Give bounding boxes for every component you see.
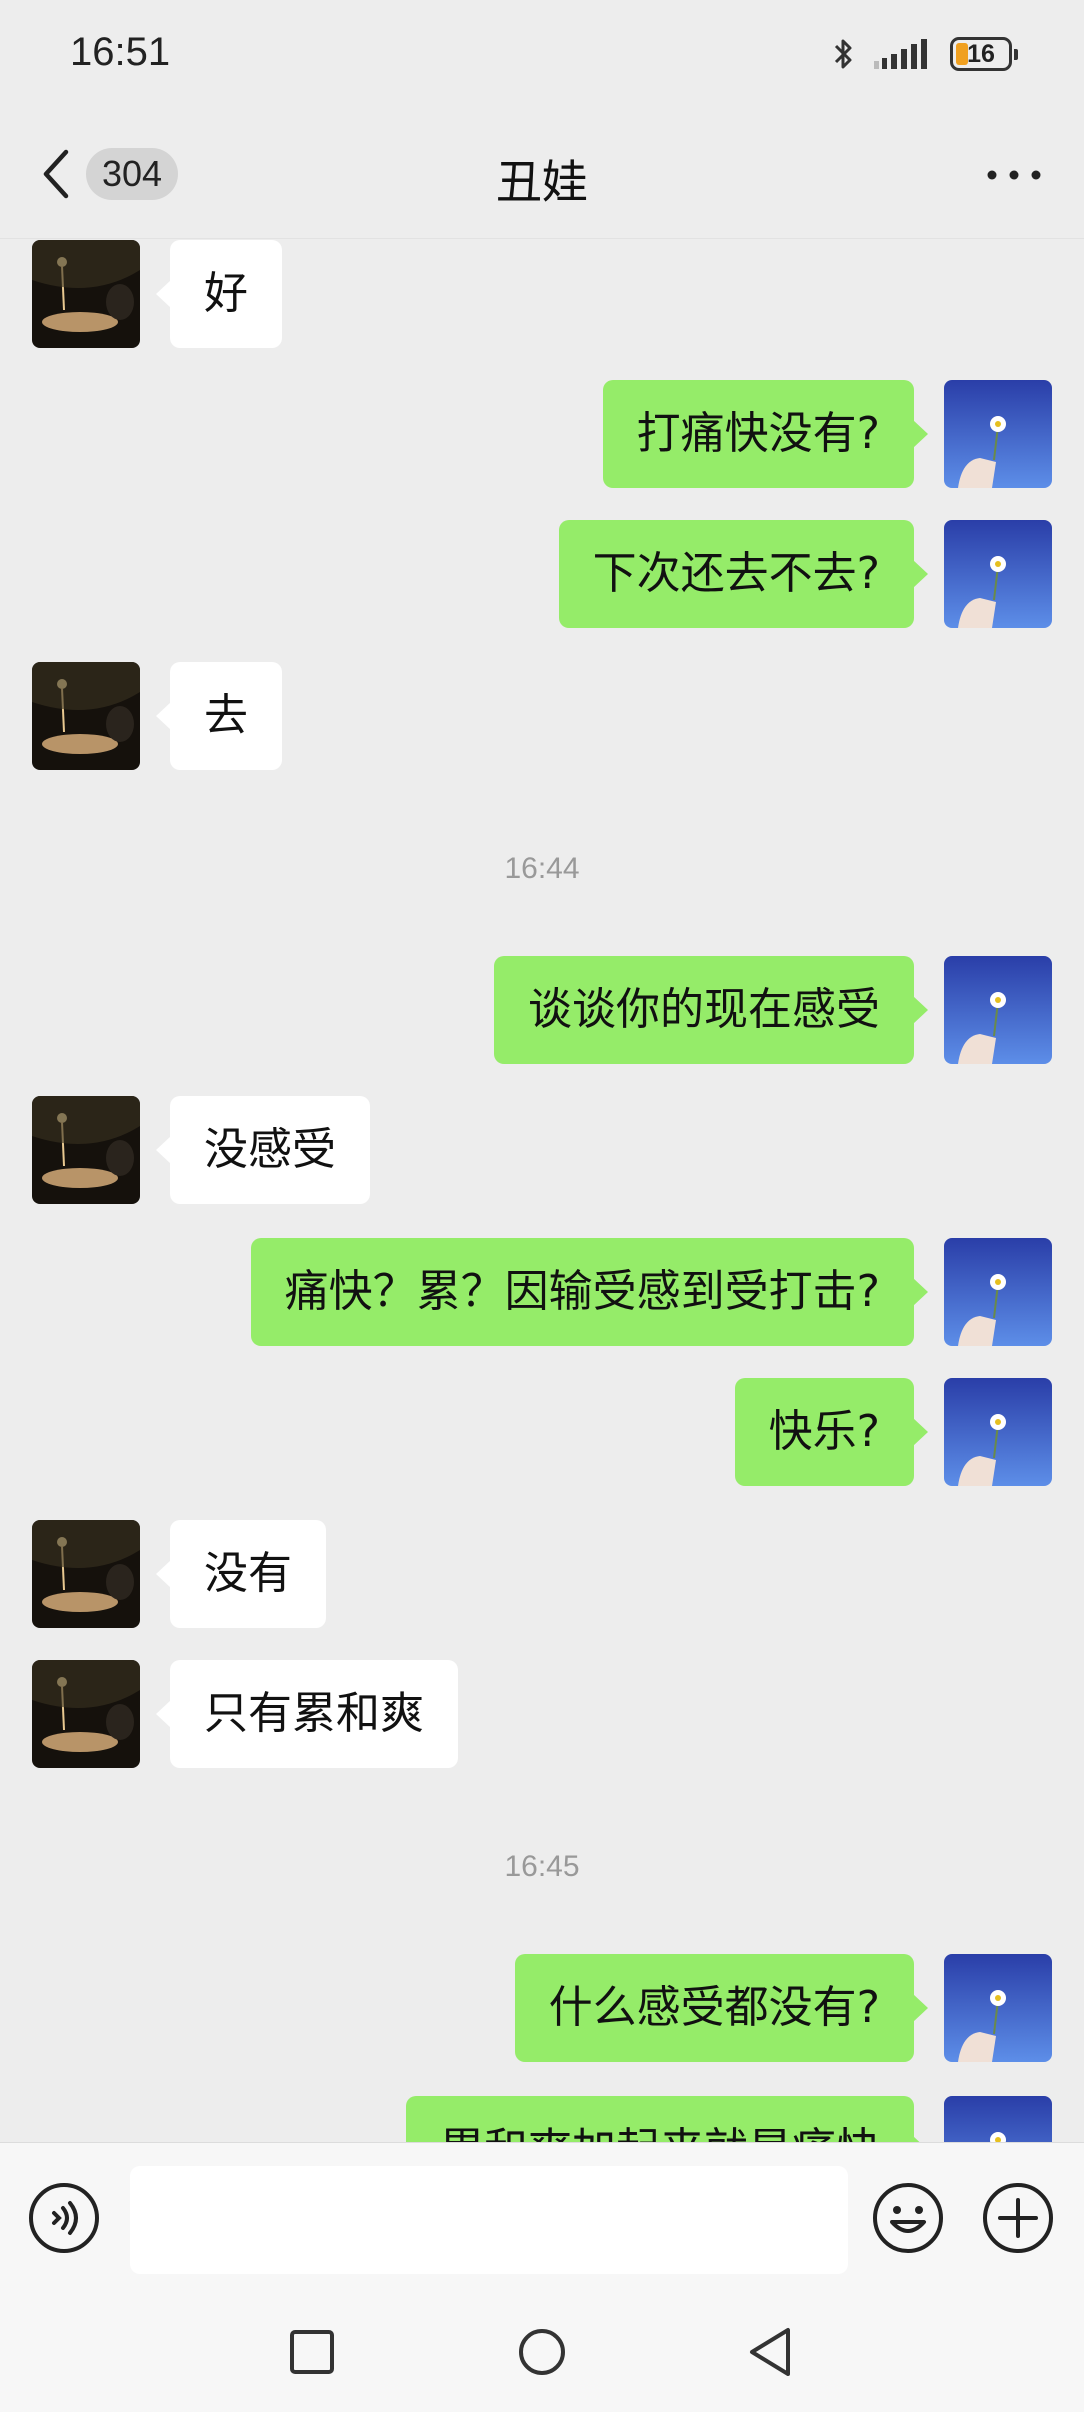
- outgoing-message[interactable]: 打痛快没有?: [602, 380, 929, 488]
- recent-apps-icon[interactable]: [282, 2322, 342, 2382]
- back-triangle-icon[interactable]: [742, 2322, 802, 2382]
- chat-title: 丑娃: [496, 155, 588, 209]
- outgoing-message[interactable]: 什么感受都没有?: [514, 1954, 929, 2062]
- message-list[interactable]: 好 打痛快没有? 下次还去不去? 去 16:44 谈谈你的现在感受 没感受 痛快…: [0, 238, 1084, 2142]
- cellular-signal-icon: [874, 39, 927, 69]
- outgoing-message[interactable]: 累和爽加起来就是痛快: [406, 2096, 928, 2142]
- home-icon[interactable]: [512, 2322, 572, 2382]
- my-avatar[interactable]: [944, 1238, 1052, 1346]
- my-avatar[interactable]: [944, 520, 1052, 628]
- my-avatar[interactable]: [944, 1378, 1052, 1486]
- emoji-icon[interactable]: [872, 2182, 944, 2254]
- contact-avatar[interactable]: [32, 240, 140, 348]
- status-bar: 16:51 16: [0, 0, 1084, 110]
- bluetooth-icon: [834, 39, 852, 69]
- message-timestamp: 16:44: [504, 852, 580, 885]
- battery-level: 16: [967, 39, 995, 68]
- contact-avatar[interactable]: [32, 1660, 140, 1768]
- my-avatar[interactable]: [944, 380, 1052, 488]
- message-timestamp: 16:45: [504, 1850, 580, 1883]
- incoming-message[interactable]: 没感受: [156, 1096, 370, 1204]
- incoming-message[interactable]: 去: [156, 662, 282, 770]
- input-bar: [0, 2142, 1084, 2293]
- chat-header: 304 丑娃: [0, 110, 1084, 239]
- outgoing-message[interactable]: 谈谈你的现在感受: [494, 956, 928, 1064]
- outgoing-message[interactable]: 快乐?: [734, 1378, 929, 1486]
- incoming-message[interactable]: 没有: [156, 1520, 326, 1628]
- system-nav-bar: [0, 2292, 1084, 2412]
- plus-icon[interactable]: [982, 2182, 1054, 2254]
- outgoing-message[interactable]: 下次还去不去?: [558, 520, 929, 628]
- contact-avatar[interactable]: [32, 662, 140, 770]
- outgoing-message[interactable]: 痛快？累？因输受感到受打击?: [250, 1238, 929, 1346]
- status-time: 16:51: [70, 30, 171, 74]
- battery-icon: 16: [950, 37, 1018, 71]
- contact-avatar[interactable]: [32, 1096, 140, 1204]
- more-dots-icon[interactable]: [984, 150, 1044, 200]
- my-avatar[interactable]: [944, 956, 1052, 1064]
- my-avatar[interactable]: [944, 2096, 1052, 2142]
- incoming-message[interactable]: 只有累和爽: [156, 1660, 458, 1768]
- message-input[interactable]: [130, 2166, 848, 2274]
- status-icons: 16: [832, 34, 1018, 74]
- contact-avatar[interactable]: [32, 1520, 140, 1628]
- voice-icon[interactable]: [28, 2182, 100, 2254]
- my-avatar[interactable]: [944, 1954, 1052, 2062]
- incoming-message[interactable]: 好: [156, 240, 282, 348]
